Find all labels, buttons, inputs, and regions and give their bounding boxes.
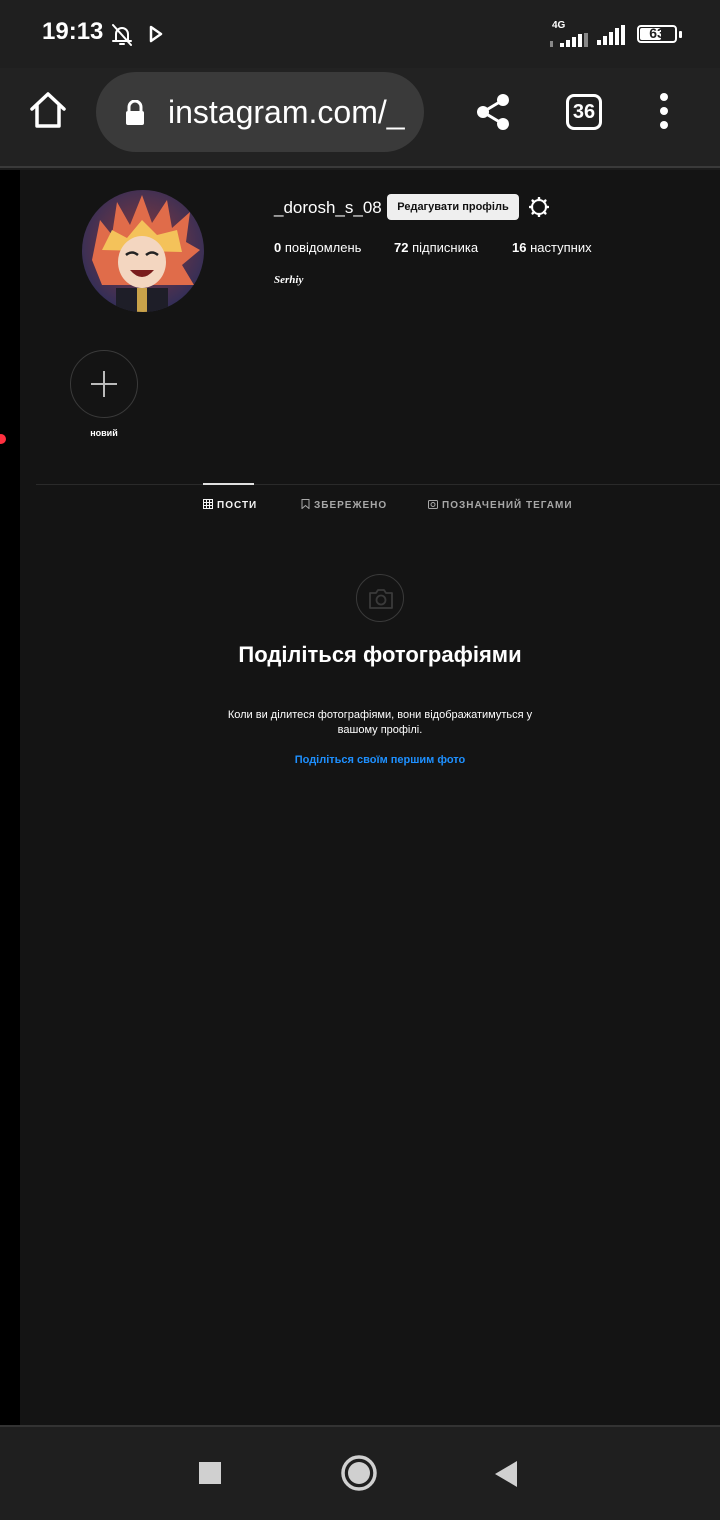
plus-icon [91, 371, 117, 397]
camera-icon-circle [356, 574, 404, 622]
stat-label: наступних [530, 240, 592, 255]
active-tab-indicator [203, 483, 254, 485]
side-panel-edge: ) [0, 170, 20, 1425]
bookmark-icon [301, 499, 310, 510]
system-nav-bar [0, 1425, 720, 1520]
followers-stat[interactable]: 72 підписника [394, 240, 478, 255]
grid-icon [203, 499, 213, 509]
battery-tip [679, 31, 682, 38]
address-bar[interactable]: instagram.com/_ [96, 72, 424, 152]
empty-state-text: Коли ви ділитеся фотографіями, вони відо… [227, 709, 533, 736]
share-icon[interactable] [474, 92, 512, 132]
gear-icon[interactable] [529, 197, 549, 217]
posts-count-stat: 0 повідомлень [274, 240, 361, 255]
share-first-photo-link[interactable]: Поділіться своїм першим фото [230, 754, 530, 766]
battery-icon: 63 [637, 25, 677, 43]
profile-username: _dorosh_s_08 [274, 198, 382, 217]
camera-icon [369, 589, 393, 609]
tab-label: ЗБЕРЕЖЕНО [314, 500, 388, 511]
play-icon [149, 25, 163, 43]
browser-toolbar: instagram.com/_ 36 [0, 68, 720, 168]
signal-icon [597, 25, 625, 45]
empty-state-title: Поділіться фотографіями [238, 642, 522, 667]
tab-saved[interactable]: ЗБЕРЕЖЕНО [301, 499, 387, 511]
following-stat[interactable]: 16 наступних [512, 240, 592, 255]
back-triangle-icon[interactable] [493, 1460, 519, 1488]
tab-tagged[interactable]: ПОЗНАЧЕНИЙ ТЕГАМИ [428, 499, 573, 511]
tabs-divider [36, 484, 720, 485]
tab-posts[interactable]: ПОСТИ [203, 499, 257, 511]
home-circle-icon[interactable] [340, 1454, 378, 1492]
bell-off-icon [112, 24, 132, 46]
tab-label: ПОЗНАЧЕНИЙ ТЕГАМИ [442, 500, 573, 511]
home-icon[interactable] [28, 90, 68, 130]
tab-label: ПОСТИ [217, 500, 258, 511]
status-time: 19:13 [42, 18, 104, 45]
profile-page: _dorosh_s_08 Редагувати профіль 0 повідо… [20, 170, 720, 1425]
signal-icon [550, 33, 588, 47]
url-text[interactable]: instagram.com/_ [168, 94, 405, 131]
stat-count: 72 [394, 240, 409, 255]
tag-icon [428, 500, 438, 509]
avatar-image [82, 190, 204, 312]
stat-count: 0 [274, 240, 282, 255]
stat-count: 16 [512, 240, 527, 255]
profile-full-name: Serhiy [274, 274, 304, 286]
lock-icon [126, 100, 144, 125]
tab-switcher-button[interactable]: 36 [566, 94, 602, 130]
side-panel-glyph: ) [0, 572, 1, 588]
avatar[interactable] [82, 190, 204, 312]
recents-square-icon[interactable] [198, 1461, 222, 1485]
stat-label: повідомлень [284, 240, 362, 255]
network-type-label: 4G [552, 20, 566, 31]
notification-dot [0, 434, 6, 444]
new-highlight-button[interactable] [70, 350, 138, 418]
new-highlight-label: новий [90, 428, 118, 438]
more-vert-icon[interactable] [656, 92, 672, 132]
battery-level: 63 [649, 25, 665, 41]
edit-profile-button[interactable]: Редагувати профіль [387, 194, 519, 220]
status-bar: 19:13 4G 63 [0, 0, 720, 68]
stat-label: підписника [412, 240, 479, 255]
